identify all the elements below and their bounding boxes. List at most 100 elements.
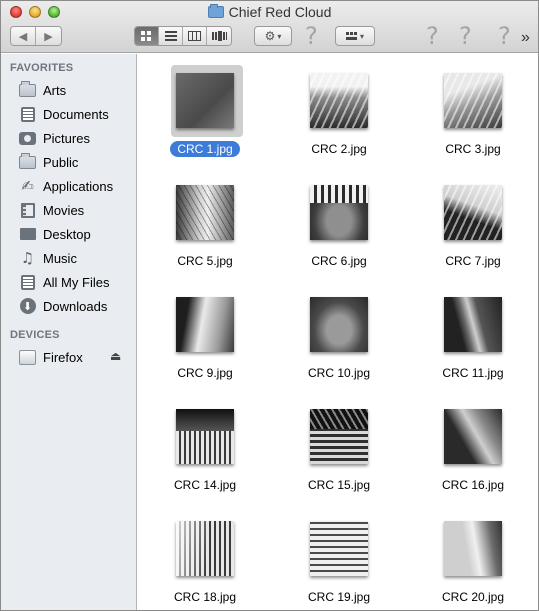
file-item-crc-6[interactable]: CRC 6.jpg (272, 174, 406, 284)
file-item-crc-11[interactable]: CRC 11.jpg (406, 286, 538, 396)
column-view-icon (188, 31, 201, 41)
back-button[interactable]: ◀ (11, 27, 36, 45)
image-thumbnail (444, 184, 502, 240)
action-menu-button[interactable]: ⚙ ▾ (254, 26, 292, 46)
list-view-button[interactable] (159, 27, 183, 45)
image-thumbnail (310, 296, 368, 352)
file-item-crc-20[interactable]: CRC 20.jpg (406, 510, 538, 610)
file-name: CRC 7.jpg (445, 254, 501, 268)
file-grid: CRC 1.jpg CRC 2.jpg CRC 3.jpg CRC 5.jpg … (138, 54, 538, 610)
sidebar-item-public[interactable]: Public (18, 151, 78, 173)
arrange-menu-button[interactable]: ▾ (335, 26, 375, 46)
sidebar-item-label: Pictures (43, 130, 90, 146)
chevron-down-icon: ▾ (359, 31, 364, 41)
favorites-heading: FAVORITES (10, 62, 74, 74)
view-mode-control (134, 26, 232, 46)
arrange-icon (345, 31, 357, 40)
sidebar-item-music[interactable]: ♫ Music (18, 247, 77, 269)
eject-icon[interactable]: ⏏ (110, 349, 121, 363)
file-item-crc-19[interactable]: CRC 19.jpg (272, 510, 406, 610)
sidebar-item-label: Documents (43, 106, 109, 122)
sidebar-item-arts[interactable]: Arts (18, 79, 66, 101)
applications-icon: ✍ (21, 176, 34, 195)
file-name: CRC 5.jpg (177, 254, 233, 268)
help-icon[interactable]: ? (498, 22, 511, 50)
image-thumbnail (444, 520, 502, 576)
forward-button[interactable]: ▶ (36, 27, 61, 45)
desktop-icon (18, 226, 37, 243)
sidebar-item-documents[interactable]: Documents (18, 103, 109, 125)
file-name: CRC 18.jpg (173, 590, 237, 604)
toolbar-overflow-icon[interactable]: » (521, 29, 530, 47)
sidebar-item-pictures[interactable]: Pictures (18, 127, 90, 149)
sidebar-item-movies[interactable]: Movies (18, 199, 84, 221)
file-item-crc-16[interactable]: CRC 16.jpg (406, 398, 538, 508)
titlebar: Chief Red Cloud ◀ ▶ ⚙ ▾ ? ▾ ? ? ? » (1, 1, 538, 53)
sidebar-item-firefox[interactable]: Firefox (18, 346, 83, 368)
image-thumbnail (176, 408, 234, 464)
file-item-crc-18[interactable]: CRC 18.jpg (138, 510, 272, 610)
music-icon: ♫ (20, 248, 35, 267)
window-title-text: Chief Red Cloud (228, 4, 332, 20)
sidebar-item-label: Applications (43, 178, 114, 194)
file-item-crc-1[interactable]: CRC 1.jpg (138, 62, 272, 172)
back-forward-control: ◀ ▶ (10, 26, 62, 46)
sidebar-item-label: Arts (43, 82, 67, 98)
file-item-crc-10[interactable]: CRC 10.jpg (272, 286, 406, 396)
sidebar-item-desktop[interactable]: Desktop (18, 223, 91, 245)
icon-view-button[interactable] (135, 27, 159, 45)
image-thumbnail (444, 296, 502, 352)
coverflow-view-button[interactable] (207, 27, 231, 45)
file-name: CRC 2.jpg (311, 142, 367, 156)
disk-icon (18, 349, 37, 366)
column-view-button[interactable] (183, 27, 207, 45)
image-thumbnail (310, 72, 368, 128)
image-thumbnail (310, 408, 368, 464)
file-name: CRC 20.jpg (441, 590, 505, 604)
file-name: CRC 15.jpg (307, 478, 371, 492)
file-name: CRC 1.jpg (170, 141, 240, 157)
folder-icon (18, 152, 37, 171)
image-thumbnail (176, 520, 234, 576)
help-icon[interactable]: ? (305, 22, 318, 50)
file-item-crc-15[interactable]: CRC 15.jpg (272, 398, 406, 508)
folder-icon (207, 4, 224, 18)
devices-heading: DEVICES (10, 329, 60, 341)
file-item-crc-2[interactable]: CRC 2.jpg (272, 62, 406, 172)
sidebar-item-label: Firefox (43, 349, 83, 365)
documents-icon (18, 106, 37, 123)
sidebar: FAVORITES Arts Documents Pictures Public… (1, 54, 137, 610)
help-icon[interactable]: ? (459, 22, 472, 50)
image-thumbnail (176, 184, 234, 240)
film-icon (18, 202, 37, 219)
sidebar-item-all-my-files[interactable]: All My Files (18, 271, 109, 293)
file-name: CRC 10.jpg (307, 366, 371, 380)
file-name: CRC 14.jpg (173, 478, 237, 492)
sidebar-item-label: All My Files (43, 274, 110, 290)
help-icon[interactable]: ? (426, 22, 439, 50)
file-name: CRC 9.jpg (177, 366, 233, 380)
file-item-crc-5[interactable]: CRC 5.jpg (138, 174, 272, 284)
list-view-icon (164, 31, 177, 41)
file-name: CRC 11.jpg (442, 366, 504, 380)
sidebar-item-applications[interactable]: ✍ Applications (18, 175, 113, 197)
window-title: Chief Red Cloud (1, 4, 538, 20)
image-thumbnail (176, 72, 234, 128)
file-item-crc-9[interactable]: CRC 9.jpg (138, 286, 272, 396)
file-item-crc-3[interactable]: CRC 3.jpg (406, 62, 538, 172)
image-thumbnail (310, 184, 368, 240)
all-files-icon (18, 274, 37, 291)
downloads-icon: ⬇ (18, 298, 37, 315)
sidebar-item-downloads[interactable]: ⬇ Downloads (18, 295, 107, 317)
file-item-crc-7[interactable]: CRC 7.jpg (406, 174, 538, 284)
icon-view-icon (141, 30, 151, 41)
file-name: CRC 16.jpg (441, 478, 505, 492)
chevron-down-icon: ▾ (277, 31, 282, 41)
file-item-crc-14[interactable]: CRC 14.jpg (138, 398, 272, 508)
chevron-right-icon: ▶ (44, 30, 53, 43)
file-name: CRC 19.jpg (307, 590, 371, 604)
sidebar-item-label: Downloads (43, 298, 108, 314)
sidebar-item-label: Movies (43, 202, 85, 218)
folder-icon (18, 80, 37, 99)
file-name: CRC 3.jpg (445, 142, 501, 156)
